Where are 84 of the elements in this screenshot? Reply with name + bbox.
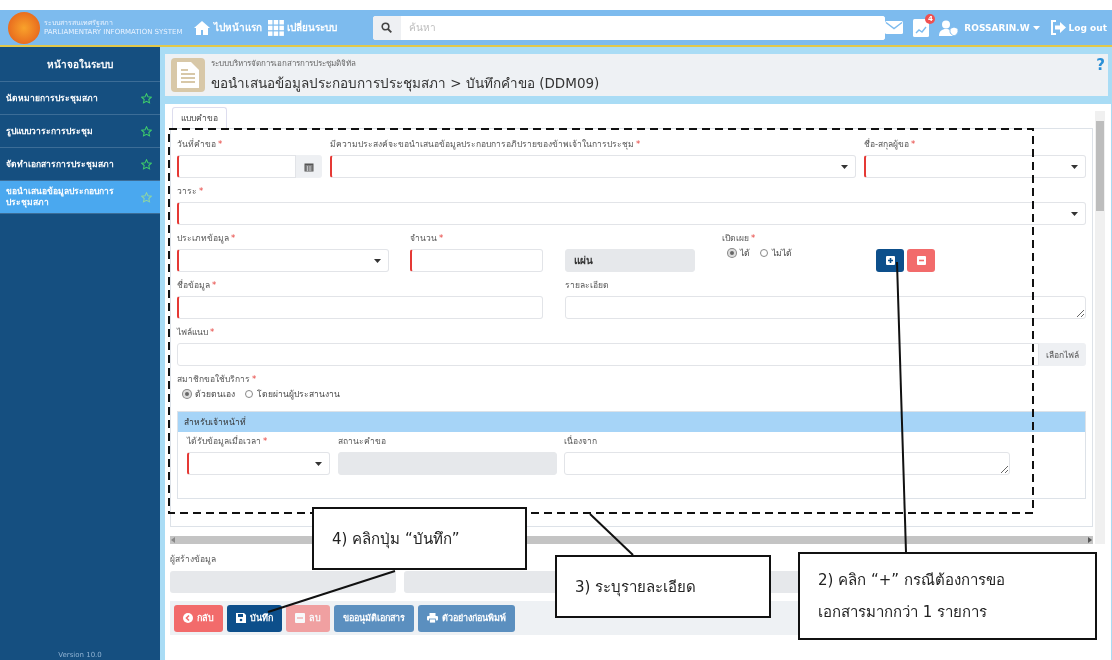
text-field[interactable] bbox=[177, 296, 543, 319]
callout-tooltip: 4) คลิกปุ่ม “บันทึก” bbox=[312, 507, 527, 570]
star-icon[interactable] bbox=[141, 191, 152, 203]
text-field[interactable] bbox=[410, 249, 543, 272]
required-mark: * bbox=[636, 139, 641, 149]
add-button[interactable] bbox=[876, 249, 904, 272]
caret-icon[interactable] bbox=[1032, 25, 1040, 30]
radio-label[interactable]: โดยผ่านผู้ประสานงาน bbox=[257, 387, 340, 401]
required-mark: * bbox=[751, 233, 756, 243]
minus-icon bbox=[916, 256, 926, 265]
select-field[interactable] bbox=[177, 202, 1086, 225]
select-field[interactable] bbox=[864, 155, 1086, 178]
vertical-scrollbar[interactable] bbox=[1095, 111, 1105, 544]
caret-icon bbox=[841, 164, 848, 169]
save-button[interactable]: บันทึก bbox=[227, 604, 282, 632]
system-name: ระบบบริหารจัดการเอกสารการประชุมดิจิทัล bbox=[211, 57, 357, 70]
grid-icon bbox=[267, 19, 284, 36]
back-icon bbox=[183, 613, 193, 623]
radio-label[interactable]: ด้วยตนเอง bbox=[195, 387, 235, 401]
callout-tooltip: 3) ระบุรายละเอียด bbox=[555, 555, 771, 618]
field-label: ผู้สร้างข้อมูล bbox=[170, 553, 217, 566]
caret-icon bbox=[1071, 211, 1078, 216]
search-field[interactable]: ค้นหา bbox=[372, 15, 886, 40]
callout-tooltip: 2) คลิก “+” กรณีต้องการขอ เอกสารมากกว่า 1 รายการ bbox=[798, 552, 1097, 640]
date-field[interactable] bbox=[177, 155, 296, 178]
required-mark: * bbox=[210, 327, 215, 337]
radio-button[interactable] bbox=[245, 390, 253, 398]
field-label: สถานะคำขอ bbox=[338, 436, 386, 446]
radio-button[interactable] bbox=[760, 249, 768, 257]
field-label: วันที่คำขอ bbox=[177, 139, 216, 149]
leader-line bbox=[589, 513, 634, 556]
logout-icon bbox=[1049, 20, 1066, 35]
scroll-right-icon[interactable] bbox=[1087, 537, 1093, 543]
field-label: วาระ bbox=[177, 186, 197, 196]
mail-icon[interactable] bbox=[885, 21, 904, 34]
field-label: มีความประสงค์จะขอนำเสนอข้อมูลประกอบการอภิปรายของข้าพเจ้าในการประชุม bbox=[330, 139, 634, 149]
field-label: เนื่องจาก bbox=[564, 436, 597, 446]
caret-icon bbox=[1071, 164, 1078, 169]
field-label: ไฟล์แนบ bbox=[177, 327, 208, 337]
field-label: เปิดเผย bbox=[722, 233, 749, 243]
required-mark: * bbox=[252, 374, 257, 384]
document-chart-icon[interactable] bbox=[913, 18, 930, 37]
select-field[interactable] bbox=[187, 452, 330, 475]
tab[interactable]: แบบคำขอ bbox=[172, 107, 227, 128]
home-icon bbox=[192, 19, 211, 36]
star-icon[interactable] bbox=[141, 92, 152, 104]
search-icon bbox=[381, 22, 392, 33]
required-mark: * bbox=[911, 139, 916, 149]
field-label: ได้รับข้อมูลเมื่อเวลา bbox=[187, 436, 261, 446]
required-mark: * bbox=[439, 233, 444, 243]
page-title: ขอนำเสนอข้อมูลประกอบการประชุมสภา > บันทึกคำขอ (DDM09) bbox=[211, 73, 600, 94]
radio-label[interactable]: ไม่ได้ bbox=[772, 246, 792, 260]
scroll-left-icon[interactable] bbox=[170, 537, 176, 543]
minus-icon bbox=[295, 613, 305, 623]
field-label: สมาชิกขอใช้บริการ bbox=[177, 374, 250, 384]
star-icon[interactable] bbox=[141, 125, 152, 137]
file-field[interactable] bbox=[177, 343, 1039, 366]
star-icon[interactable] bbox=[141, 158, 152, 170]
required-mark: * bbox=[263, 436, 268, 446]
required-mark: * bbox=[218, 139, 223, 149]
field-label: ชื่อ-สกุลผู้ขอ bbox=[864, 139, 910, 149]
calendar-button[interactable] bbox=[296, 155, 322, 178]
required-mark: * bbox=[231, 233, 236, 243]
field-label: ประเภทข้อมูล bbox=[177, 233, 229, 243]
plus-icon bbox=[885, 256, 895, 265]
required-mark: * bbox=[212, 280, 217, 290]
radio-label[interactable]: ได้ bbox=[740, 246, 750, 260]
field-label: ชื่อข้อมูล bbox=[177, 280, 210, 290]
calendar-icon bbox=[304, 161, 314, 172]
choose-file-button[interactable]: เลือกไฟล์ bbox=[1039, 343, 1086, 366]
field-label: จำนวน bbox=[410, 233, 437, 243]
select-field[interactable] bbox=[330, 155, 856, 178]
required-mark: * bbox=[199, 186, 204, 196]
caret-icon bbox=[315, 461, 322, 466]
select-field[interactable] bbox=[177, 249, 389, 272]
printer-icon bbox=[427, 613, 438, 623]
caret-icon bbox=[374, 258, 381, 263]
readonly-field: แผ่น bbox=[565, 249, 695, 272]
document-icon bbox=[171, 58, 205, 92]
section-title: สำหรับเจ้าหน้าที่ bbox=[178, 412, 1085, 432]
text-area[interactable] bbox=[565, 296, 1086, 319]
emblem-logo bbox=[8, 11, 40, 44]
field-label: รายละเอียด bbox=[565, 280, 609, 290]
text-area[interactable] bbox=[564, 452, 1010, 475]
